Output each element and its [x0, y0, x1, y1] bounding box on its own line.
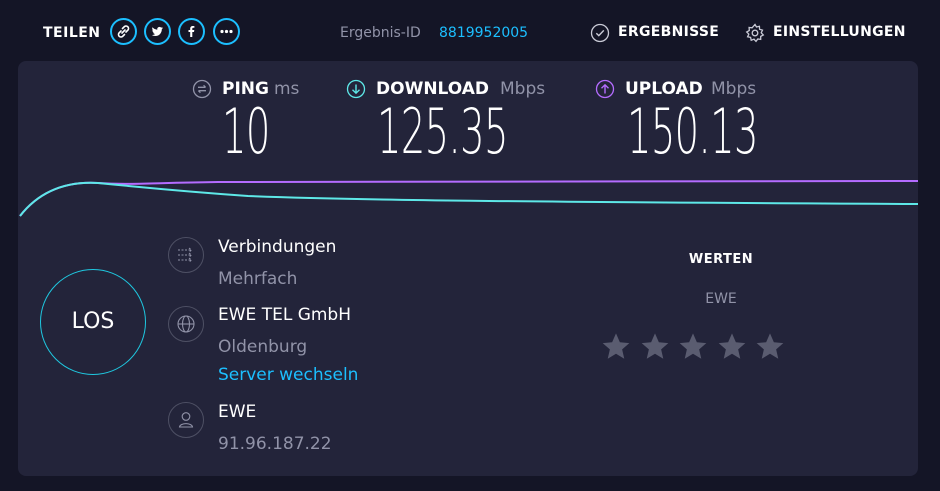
- download-speed-line: [19, 181, 918, 217]
- star-icon[interactable]: [600, 331, 632, 363]
- facebook-icon[interactable]: [178, 18, 205, 45]
- server-location: Oldenburg: [218, 337, 308, 357]
- star-icon[interactable]: [639, 331, 671, 363]
- star-icon[interactable]: [754, 331, 786, 363]
- more-icon[interactable]: [213, 18, 240, 45]
- rating-stars: [600, 331, 800, 365]
- globe-icon: [168, 306, 204, 342]
- connections-title: Verbindungen: [218, 237, 337, 257]
- ping-value: 10: [222, 95, 270, 168]
- user-icon: [168, 402, 204, 438]
- connections-icon: [168, 237, 204, 273]
- change-server-link[interactable]: Server wechseln: [218, 365, 358, 385]
- provider-ip: 91.96.187.22: [218, 434, 332, 454]
- rating-title: WERTEN: [688, 252, 754, 267]
- upload-speed-line: [19, 180, 918, 217]
- server-name: EWE TEL GmbH: [218, 305, 352, 325]
- provider-name: EWE: [218, 402, 257, 422]
- start-test-button[interactable]: LOS: [40, 269, 146, 375]
- download-value: 125.35: [377, 95, 508, 168]
- results-panel: PING ms 10 DOWNLOAD Mbps 125.35 UPLOAD M…: [18, 61, 918, 476]
- connections-value: Mehrfach: [218, 269, 298, 289]
- results-link[interactable]: ERGEBNISSE: [618, 24, 719, 40]
- settings-link[interactable]: EINSTELLUNGEN: [773, 24, 906, 40]
- gear-icon: [745, 23, 765, 43]
- ping-icon: [192, 79, 212, 99]
- result-id-link[interactable]: 8819952005: [439, 25, 528, 41]
- upload-icon: [595, 79, 615, 99]
- result-id-label: Ergebnis-ID: [340, 25, 421, 41]
- top-bar: TEILEN Ergebnis-ID 8819952005 ERGEBNISSE…: [0, 0, 940, 62]
- speed-graph: [19, 180, 918, 217]
- star-icon[interactable]: [677, 331, 709, 363]
- check-circle-icon: [590, 23, 610, 43]
- link-icon[interactable]: [110, 18, 137, 45]
- ping-unit: ms: [274, 79, 300, 99]
- download-icon: [346, 79, 366, 99]
- rating-provider: EWE: [705, 291, 737, 307]
- star-icon[interactable]: [716, 331, 748, 363]
- upload-value: 150.13: [627, 95, 758, 168]
- share-label: TEILEN: [43, 25, 101, 41]
- twitter-icon[interactable]: [144, 18, 171, 45]
